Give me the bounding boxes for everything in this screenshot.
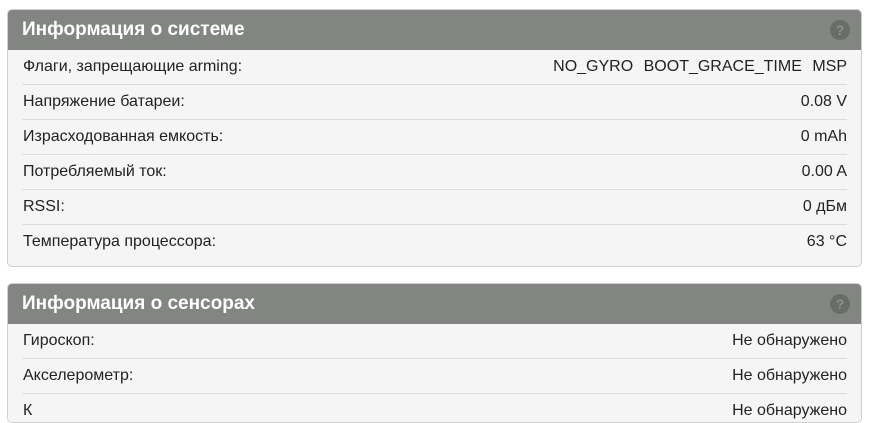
cpu-temperature-label: Температура процессора: <box>23 233 217 250</box>
current-draw-value: 0.00 A <box>801 163 847 180</box>
arming-flag: NO_GYRO <box>553 58 634 75</box>
battery-voltage-label: Напряжение батареи: <box>23 93 185 110</box>
cpu-temperature-row: Температура процессора: 63 °C <box>22 225 847 259</box>
rssi-label: RSSI: <box>23 198 65 215</box>
gyroscope-row: Гироскоп: Не обнаружено <box>22 324 847 359</box>
system-info-title: Информация о системе <box>22 19 245 40</box>
current-draw-label: Потребляемый ток: <box>23 163 167 180</box>
sensor-info-header: Информация о сенсорах ? <box>8 284 861 324</box>
help-icon[interactable]: ? <box>830 294 850 314</box>
sensor-info-panel: Информация о сенсорах ? Гироскоп: Не обн… <box>7 283 862 423</box>
battery-voltage-value: 0.08 V <box>800 93 847 110</box>
sensor-value: Не обнаружено <box>732 402 847 419</box>
battery-voltage-row: Напряжение батареи: 0.08 V <box>22 85 847 120</box>
arming-flag: MSP <box>812 58 847 75</box>
sensor-info-title: Информация о сенсорах <box>22 293 255 314</box>
gyroscope-value: Не обнаружено <box>732 332 847 349</box>
accelerometer-value: Не обнаружено <box>732 367 847 384</box>
rssi-row: RSSI: 0 дБм <box>22 190 847 225</box>
arming-flags-value: NO_GYRO BOOT_GRACE_TIME MSP <box>547 50 847 84</box>
arming-flags-label: Флаги, запрещающие arming: <box>23 58 243 75</box>
arming-flag: BOOT_GRACE_TIME <box>643 58 802 75</box>
gyroscope-label: Гироскоп: <box>23 332 95 349</box>
accelerometer-row: Акселерометр: Не обнаружено <box>22 359 847 394</box>
accelerometer-label: Акселерометр: <box>23 367 134 384</box>
cpu-temperature-value: 63 °C <box>806 233 847 250</box>
sensor-label: К <box>23 402 33 419</box>
system-info-header: Информация о системе ? <box>8 10 861 50</box>
arming-flags-row: Флаги, запрещающие arming: NO_GYRO BOOT_… <box>22 50 847 85</box>
sensor-row: К Не обнаружено <box>22 394 847 422</box>
help-icon[interactable]: ? <box>830 20 850 40</box>
consumed-capacity-row: Израсходованная емкость: 0 mAh <box>22 120 847 155</box>
consumed-capacity-value: 0 mAh <box>800 128 847 145</box>
current-draw-row: Потребляемый ток: 0.00 A <box>22 155 847 190</box>
system-info-panel: Информация о системе ? Флаги, запрещающи… <box>7 9 862 267</box>
consumed-capacity-label: Израсходованная емкость: <box>23 128 224 145</box>
rssi-value: 0 дБм <box>802 198 847 215</box>
